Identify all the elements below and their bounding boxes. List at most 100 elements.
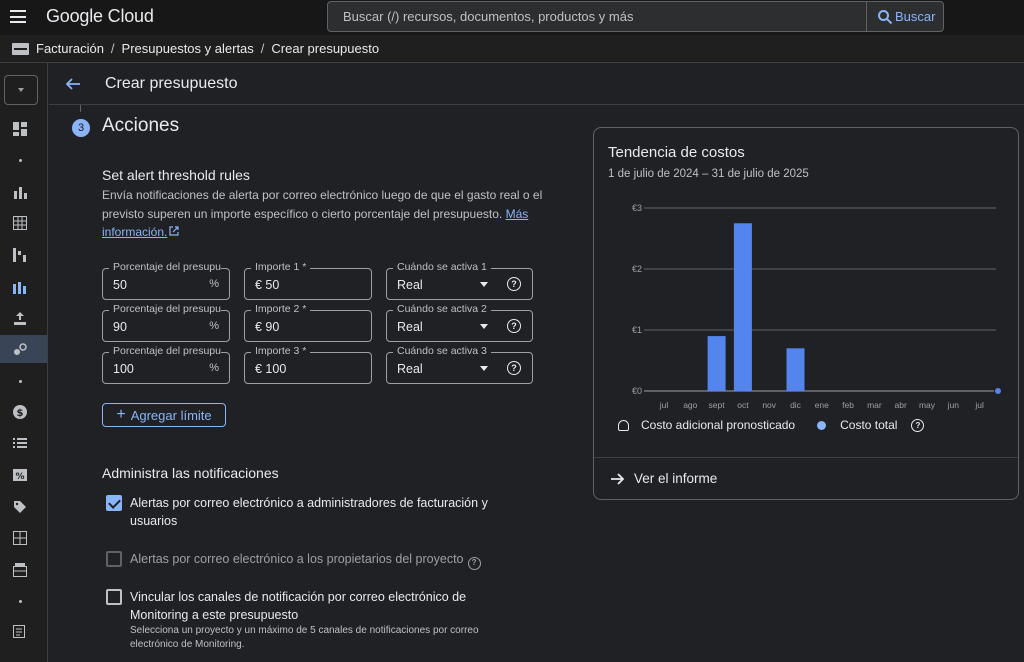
bar xyxy=(707,336,726,391)
current-point-marker xyxy=(994,387,1002,395)
step-number-badge: 3 xyxy=(72,119,90,137)
y-tick-label: €2 xyxy=(632,264,642,274)
view-report-link[interactable]: Ver el informe xyxy=(610,471,717,486)
breadcrumb-separator: / xyxy=(110,41,115,56)
amount-input[interactable]: Importe 3 * € 100 xyxy=(244,345,372,384)
amount-input[interactable]: Importe 1 * € 50 xyxy=(244,261,372,300)
budget-percent-input[interactable]: Porcentaje del presupuesto 100% xyxy=(102,345,230,384)
monitoring-channels-label: Vincular los canales de notificación por… xyxy=(130,590,467,622)
search-button-label: Buscar xyxy=(895,9,936,24)
budget-percent-value: 90 xyxy=(113,320,127,334)
step-title: Acciones xyxy=(102,115,180,136)
help-icon[interactable]: ? xyxy=(911,418,925,432)
percent-suffix: % xyxy=(209,362,219,374)
arrow-right-icon xyxy=(611,472,625,485)
amount-label: Importe 1 * xyxy=(251,261,311,273)
dashboard-icon[interactable] xyxy=(12,121,28,137)
bar xyxy=(733,223,752,391)
amount-label: Importe 3 * xyxy=(251,345,311,357)
help-icon[interactable]: ? xyxy=(507,319,521,333)
email-admins-label: Alertas por correo electrónico a adminis… xyxy=(130,496,488,528)
svg-text:%: % xyxy=(15,472,24,482)
help-icon[interactable]: ? xyxy=(507,277,521,291)
breadcrumb-item-billing[interactable]: Facturación xyxy=(36,41,104,56)
release-notes-icon[interactable] xyxy=(12,623,28,639)
amount-label: Importe 2 * xyxy=(251,303,311,315)
y-tick-label: €3 xyxy=(632,203,642,213)
budget-percent-input[interactable]: Porcentaje del presupuesto 50% xyxy=(102,261,230,300)
breakdown-icon[interactable] xyxy=(12,247,28,263)
email-admins-checkbox[interactable] xyxy=(106,495,122,511)
amount-value: € 90 xyxy=(255,320,280,334)
threshold-section-title: Set alert threshold rules xyxy=(102,167,250,183)
x-tick-label: oct xyxy=(737,400,749,410)
payments-icon[interactable]: $ xyxy=(12,404,28,420)
trigger-label: Cuándo se activa 3 xyxy=(393,345,491,357)
sidebar-separator-dot xyxy=(19,159,22,162)
add-threshold-label: Agregar límite xyxy=(130,407,212,423)
view-report-label: Ver el informe xyxy=(634,471,718,486)
reports-icon[interactable] xyxy=(12,184,28,200)
card-title: Tendencia de costos xyxy=(608,144,745,161)
sidebar-separator-dot xyxy=(19,380,22,383)
pricing-tag-icon[interactable] xyxy=(12,499,28,515)
notifications-section-title: Administra las notificaciones xyxy=(102,465,279,481)
dropdown-caret-icon xyxy=(480,366,488,371)
search-input[interactable]: Buscar (/) recursos, documentos, product… xyxy=(327,1,867,32)
budget-percent-label: Porcentaje del presupuesto xyxy=(109,345,221,357)
card-date-range: 1 de julio de 2024 – 31 de julio de 2025 xyxy=(608,168,809,180)
email-owners-checkbox xyxy=(106,551,122,567)
legend-total: Costo total xyxy=(840,418,898,432)
commitments-icon[interactable] xyxy=(12,342,28,358)
breadcrumb-item-budgets[interactable]: Presupuestos y alertas xyxy=(122,41,254,56)
sidebar: $ % xyxy=(0,63,48,662)
project-selector[interactable] xyxy=(4,75,38,105)
amount-value: € 100 xyxy=(255,362,287,376)
table-icon[interactable] xyxy=(12,215,28,231)
amount-input[interactable]: Importe 2 * € 90 xyxy=(244,303,372,342)
email-owners-label: Alertas por correo electrónico a los pro… xyxy=(130,550,481,570)
trigger-label: Cuándo se activa 1 xyxy=(393,261,491,273)
budget-percent-input[interactable]: Porcentaje del presupuesto 90% xyxy=(102,303,230,342)
x-tick-label: mar xyxy=(867,400,882,410)
breadcrumb: Facturación / Presupuestos y alertas / C… xyxy=(0,35,1024,63)
add-threshold-button[interactable]: + Agregar límite xyxy=(102,403,226,427)
export-icon[interactable] xyxy=(12,310,28,326)
x-tick-label: ago xyxy=(683,400,697,410)
back-arrow-icon[interactable] xyxy=(65,76,81,92)
billing-icon xyxy=(12,42,29,55)
search-icon xyxy=(878,9,893,24)
discount-icon[interactable]: % xyxy=(12,467,28,483)
help-icon[interactable]: ? xyxy=(507,361,521,375)
plus-icon: + xyxy=(116,406,126,423)
amount-value: € 50 xyxy=(255,278,280,292)
forecast-icon xyxy=(618,419,629,431)
x-tick-label: may xyxy=(919,400,936,410)
calculator-icon[interactable] xyxy=(12,530,28,546)
chart-legend: Costo adicional pronosticado Costo total… xyxy=(618,418,925,432)
y-tick-label: €1 xyxy=(632,325,642,335)
trigger-select[interactable]: Cuándo se activa 1 Real? xyxy=(386,261,533,300)
threshold-description-text: Envía notificaciones de alerta por corre… xyxy=(102,188,543,221)
menu-icon[interactable] xyxy=(10,10,26,23)
budget-percent-value: 100 xyxy=(113,362,134,376)
card-divider xyxy=(594,457,1018,458)
trigger-select[interactable]: Cuándo se activa 3 Real? xyxy=(386,345,533,384)
legend-total-dot xyxy=(817,420,827,430)
stepper-line xyxy=(80,105,81,112)
help-icon[interactable]: ? xyxy=(467,556,481,570)
trigger-select[interactable]: Cuándo se activa 2 Real? xyxy=(386,303,533,342)
sidebar-separator-dot xyxy=(19,600,22,603)
search-button[interactable]: Buscar xyxy=(866,1,944,32)
budget-percent-value: 50 xyxy=(113,278,127,292)
monitoring-channels-sublabel: Selecciona un proyecto y un máximo de 5 … xyxy=(130,625,479,650)
google-cloud-logo[interactable]: Google Cloud xyxy=(46,6,154,27)
transactions-icon[interactable] xyxy=(12,562,28,578)
x-tick-label: nov xyxy=(762,400,776,410)
dropdown-caret-icon xyxy=(480,282,488,287)
monitoring-channels-checkbox[interactable] xyxy=(106,589,122,605)
budgets-icon[interactable] xyxy=(12,279,28,295)
list-icon[interactable] xyxy=(12,435,28,451)
x-tick-label: jul xyxy=(659,400,669,410)
x-tick-label: jul xyxy=(974,400,984,410)
